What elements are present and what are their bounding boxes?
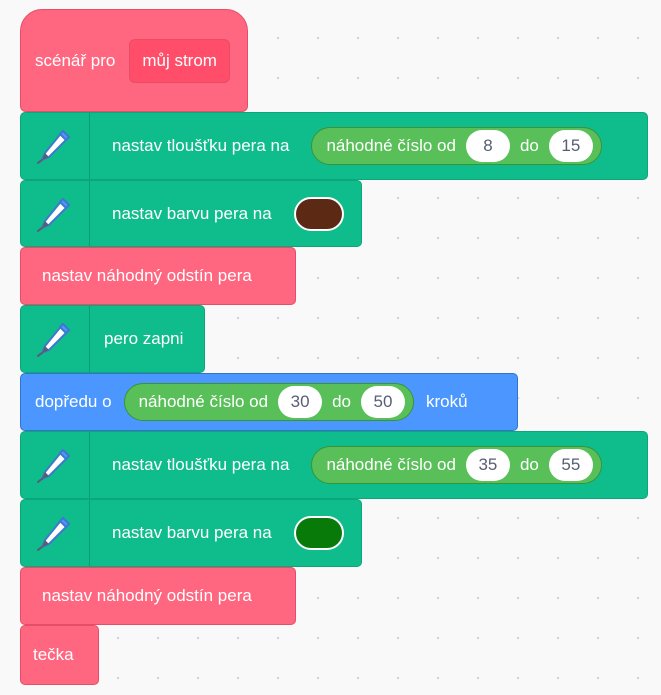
set-pen-color-label: nastav barvu pera na <box>112 523 272 542</box>
random-to-label: do <box>519 136 539 155</box>
random-number-reporter[interactable]: náhodné číslo od 8 do 15 <box>311 127 602 165</box>
random-hue-block[interactable]: nastav náhodný odstín pera <box>20 567 296 625</box>
set-pen-size-block[interactable]: nastav tloušťku pera na náhodné číslo od… <box>20 431 648 499</box>
random-hue-block[interactable]: nastav náhodný odstín pera <box>20 247 296 305</box>
pen-icon <box>21 432 90 498</box>
random-label: náhodné číslo od <box>326 455 456 474</box>
custom-block-name-label: můj strom <box>142 50 217 70</box>
pen-color-swatch[interactable] <box>293 196 344 231</box>
random-label: náhodné číslo od <box>138 392 269 411</box>
random-from-input[interactable]: 30 <box>278 386 323 418</box>
pen-down-block[interactable]: pero zapni <box>20 305 205 373</box>
dot-label: tečka <box>33 645 74 664</box>
dot-block[interactable]: tečka <box>20 625 99 685</box>
random-hue-label: nastav náhodný odstín pera <box>42 586 252 605</box>
pen-color-swatch[interactable] <box>293 516 344 550</box>
set-pen-size-block[interactable]: nastav tloušťku pera na náhodné číslo od… <box>20 112 648 180</box>
pen-icon <box>21 181 90 246</box>
random-from-input[interactable]: 8 <box>465 130 510 162</box>
pen-icon <box>21 113 90 179</box>
random-number-reporter[interactable]: náhodné číslo od 35 do 55 <box>311 446 602 484</box>
custom-block-name[interactable]: můj strom <box>129 38 230 83</box>
pen-icon <box>21 500 90 566</box>
define-label: scénář pro <box>35 50 116 70</box>
random-from-input[interactable]: 35 <box>465 449 510 481</box>
define-block[interactable]: scénář pro můj strom <box>20 9 248 112</box>
random-hue-label: nastav náhodný odstín pera <box>42 266 252 285</box>
pen-down-label: pero zapni <box>104 329 184 348</box>
steps-label: kroků <box>426 392 468 411</box>
random-to-label: do <box>519 455 539 474</box>
random-number-reporter[interactable]: náhodné číslo od 30 do 50 <box>123 383 414 421</box>
random-to-input[interactable]: 55 <box>548 449 593 481</box>
pen-icon <box>21 306 90 372</box>
set-pen-color-block[interactable]: nastav barvu pera na <box>20 499 362 567</box>
random-to-input[interactable]: 15 <box>548 130 593 162</box>
set-pen-size-label: nastav tloušťku pera na <box>112 136 290 155</box>
random-to-label: do <box>332 392 351 411</box>
set-pen-color-block[interactable]: nastav barvu pera na <box>20 180 362 247</box>
set-pen-size-label: nastav tloušťku pera na <box>112 455 290 474</box>
set-pen-color-label: nastav barvu pera na <box>112 203 272 223</box>
random-to-input[interactable]: 50 <box>361 386 405 418</box>
random-label: náhodné číslo od <box>326 136 456 155</box>
move-steps-block[interactable]: dopředu o náhodné číslo od 30 do 50 krok… <box>20 373 518 431</box>
move-label: dopředu o <box>35 392 112 411</box>
